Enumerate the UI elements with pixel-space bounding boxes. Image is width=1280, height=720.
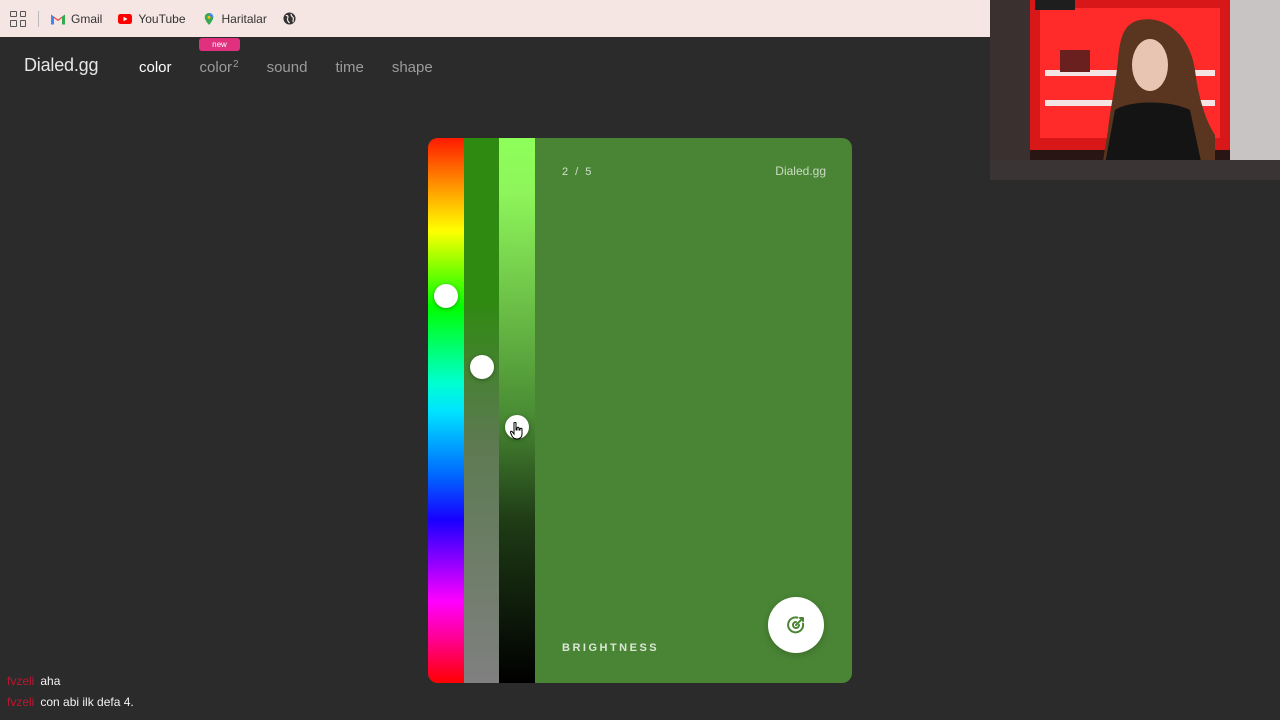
hue-slider[interactable] bbox=[428, 138, 464, 683]
bookmarks-bar: Gmail YouTube Haritalar bbox=[0, 0, 990, 37]
target-check-icon bbox=[787, 616, 805, 634]
chat-username: fvzeli bbox=[7, 674, 35, 688]
submit-button[interactable] bbox=[768, 597, 824, 653]
nav-label: shape bbox=[391, 59, 433, 76]
chat-text: con abi ilk defa 4. bbox=[40, 695, 134, 709]
webcam-overlay bbox=[990, 0, 1280, 180]
nav-color2[interactable]: color2 bbox=[200, 59, 239, 76]
bookmarks-divider bbox=[38, 10, 39, 27]
nav-sound[interactable]: sound bbox=[267, 59, 308, 76]
bookmark-gmail[interactable]: Gmail bbox=[51, 12, 102, 26]
youtube-icon bbox=[118, 13, 133, 24]
site-header: Dialed.gg new color color2 sound time sh… bbox=[0, 37, 990, 97]
saturation-slider[interactable] bbox=[464, 138, 499, 683]
nav-shape[interactable]: shape bbox=[392, 59, 433, 76]
bookmark-youtube[interactable]: YouTube bbox=[118, 11, 186, 26]
stream-chat: fvzeli aha fvzeli con abi ilk defa 4. bbox=[7, 671, 134, 713]
brightness-slider[interactable] bbox=[499, 138, 535, 683]
bookmark-label: Haritalar bbox=[221, 11, 267, 26]
nav-label: color bbox=[199, 59, 233, 76]
main-nav: color color2 sound time shape bbox=[139, 59, 433, 76]
globe-icon bbox=[283, 12, 296, 25]
hue-slider-knob[interactable] bbox=[434, 284, 458, 308]
apps-grid-icon[interactable] bbox=[10, 10, 26, 27]
nav-label: color bbox=[139, 59, 172, 76]
bookmark-label: Gmail bbox=[71, 11, 103, 26]
maps-pin-icon bbox=[204, 12, 213, 25]
card-brand: Dialed.gg bbox=[775, 164, 826, 178]
chat-text: aha bbox=[40, 674, 61, 688]
saturation-slider-knob[interactable] bbox=[470, 355, 494, 379]
bookmark-haritalar[interactable]: Haritalar bbox=[202, 12, 267, 26]
chat-username: fvzeli bbox=[7, 695, 35, 709]
slider-mode-label: BRIGHTNESS bbox=[562, 642, 660, 654]
bookmark-globe[interactable] bbox=[283, 12, 296, 25]
chat-message: fvzeli con abi ilk defa 4. bbox=[7, 692, 134, 713]
nav-superscript: 2 bbox=[233, 59, 239, 70]
nav-label: sound bbox=[266, 59, 308, 76]
bookmark-label: YouTube bbox=[138, 11, 186, 26]
round-progress: 2 / 5 bbox=[562, 166, 594, 178]
gmail-icon bbox=[51, 14, 65, 24]
color-game-card: 2 / 5 Dialed.gg BRIGHTNESS bbox=[428, 138, 852, 683]
site-logo[interactable]: Dialed.gg bbox=[24, 55, 98, 76]
hand-cursor-icon bbox=[510, 422, 523, 440]
nav-time[interactable]: time bbox=[335, 59, 363, 76]
nav-color[interactable]: color bbox=[139, 59, 172, 76]
webcam-image bbox=[990, 0, 1280, 180]
nav-label: time bbox=[335, 59, 364, 76]
new-badge: new bbox=[199, 38, 240, 51]
chat-message: fvzeli aha bbox=[7, 671, 134, 692]
